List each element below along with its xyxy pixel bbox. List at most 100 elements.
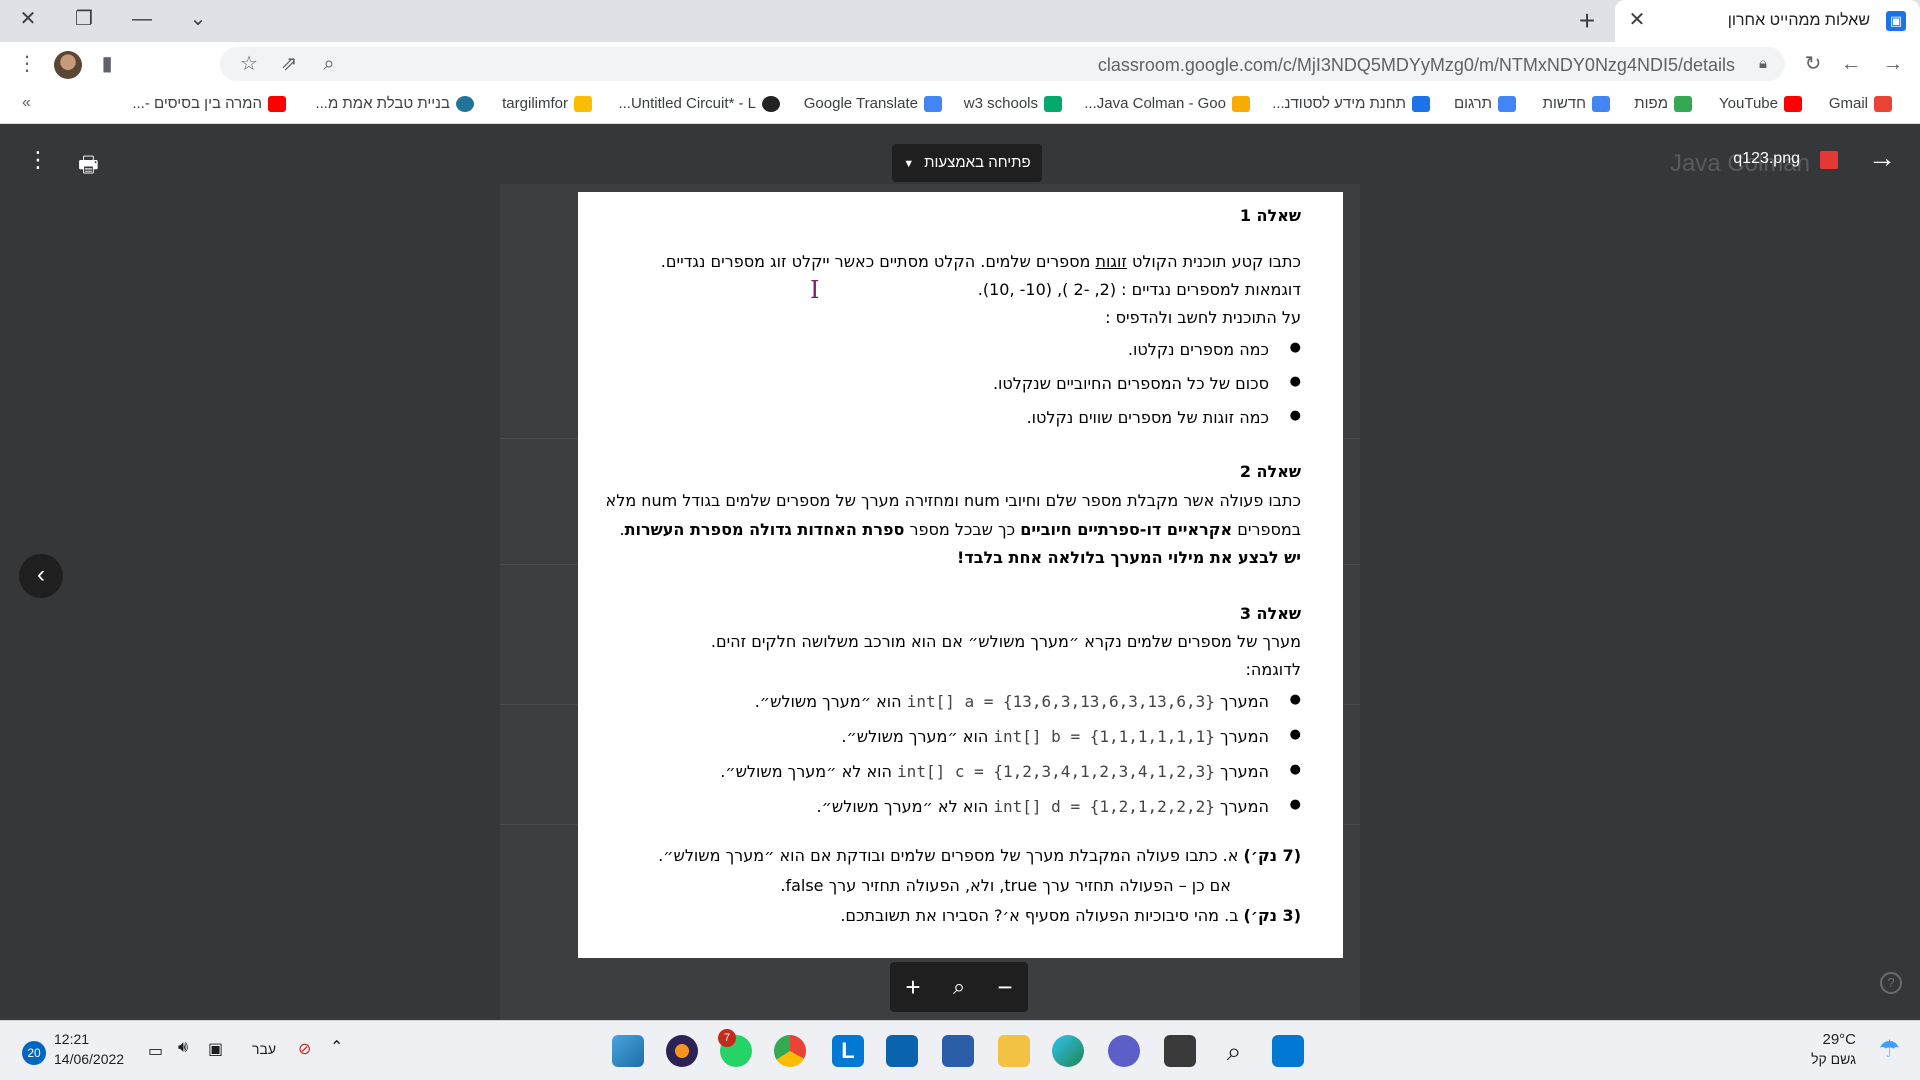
list-item-text: המערך int[] a = {13,6,3,13,6,3,13,6,3} ה… — [755, 692, 1269, 711]
bookmark-untitled-circuit[interactable]: Untitled Circuit* - L... — [618, 95, 780, 113]
search-icon[interactable]: ⌕ — [1218, 1035, 1250, 1067]
q2-line1: כתבו פעולה אשר מקבלת מספר שלם וחיובי num… — [605, 491, 1301, 510]
code-text: int[] d = {1,2,1,2,2,2} — [993, 797, 1215, 816]
q3-line2: לדוגמה: — [1245, 660, 1302, 679]
close-viewer-arrow-icon[interactable]: → — [1868, 142, 1896, 174]
bookmark-label: YouTube — [1719, 95, 1778, 112]
clock-date[interactable]: 14/06/2022 — [54, 1051, 124, 1067]
notification-count-badge[interactable]: 20 — [22, 1041, 46, 1065]
search-lens-icon[interactable]: ⌕ — [316, 51, 342, 77]
volume-icon[interactable]: 🔊︎ — [178, 1039, 188, 1057]
text: הוא לא ״מערך משולש״. — [816, 797, 989, 816]
document-image: שאלה 1 כתבו קטע תוכנית הקולט זוגות מספרי… — [578, 192, 1343, 958]
bookmark-w3schools[interactable]: w3 schools — [964, 95, 1062, 113]
menu-dots-icon[interactable]: ⋮ — [14, 51, 40, 77]
open-with-button[interactable]: פתיחה באמצעות ▼ — [892, 144, 1042, 182]
zoom-controls: + ⌕ − — [890, 962, 1028, 1012]
bookmark-youtube[interactable]: YouTube — [1719, 95, 1802, 113]
list-item-text: המערך int[] c = {1,2,3,4,1,2,3,4,1,2,3} … — [720, 762, 1269, 781]
image-file-icon — [1820, 151, 1838, 169]
active-tab[interactable]: ▣ שאלות ממהייט אחרון ✕ — [1615, 0, 1920, 42]
file-explorer-icon[interactable] — [998, 1035, 1030, 1067]
task-view-icon[interactable] — [1164, 1035, 1196, 1067]
share-icon[interactable]: ⇗ — [276, 51, 302, 77]
more-options-icon[interactable]: ⋮ — [26, 148, 50, 172]
text: כתבו קטע תוכנית הקולט — [1126, 252, 1301, 271]
tab-close-icon[interactable]: ✕ — [1625, 8, 1649, 32]
bookmark-news[interactable]: חדשות — [1542, 95, 1610, 113]
tab-strip: ✕ ❐ — ⌄ + ▣ שאלות ממהייט אחרון ✕ — [0, 0, 1920, 42]
q1-line1: כתבו קטע תוכנית הקולט זוגות מספרים שלמים… — [661, 252, 1301, 271]
text: א. כתבו פעולה המקבלת מערך של מספרים שלמי… — [658, 846, 1244, 865]
circuit-icon — [762, 96, 780, 113]
lync-app-icon[interactable]: L — [832, 1035, 864, 1067]
edge-app-icon[interactable] — [1052, 1035, 1084, 1067]
q2-line2: במספרים אקראיים דו-ספרתיים חיוביים כך שב… — [619, 520, 1301, 539]
reload-icon[interactable]: ↻ — [1800, 51, 1826, 77]
network-off-icon[interactable]: ⊘ — [298, 1039, 311, 1059]
zoom-reset-icon[interactable]: ⌕ — [944, 972, 974, 1002]
bullet-dot: ● — [1289, 340, 1301, 355]
tab-title: שאלות ממהייט אחרון — [1727, 12, 1870, 29]
print-icon[interactable]: 🖶︎ — [78, 148, 104, 177]
display-icon[interactable]: ▣ — [208, 1039, 223, 1059]
bullet-dot: ● — [1289, 374, 1301, 389]
close-window-icon[interactable]: ✕ — [10, 4, 46, 34]
back-icon[interactable]: ← — [1838, 51, 1864, 77]
bookmark-truth-table[interactable]: בניית טבלת אמת מ... — [315, 95, 474, 113]
zoom-out-icon[interactable]: − — [990, 972, 1020, 1002]
lock-icon[interactable]: 🔒︎ — [1759, 55, 1767, 72]
profile-avatar[interactable] — [54, 51, 82, 79]
zoom-in-icon[interactable]: + — [898, 972, 928, 1002]
list-item: ● המערך int[] b = {1,1,1,1,1,1} הוא ״מערך… — [841, 727, 1301, 746]
weather-desc[interactable]: גשם קל — [1811, 1051, 1856, 1067]
bookmark-label: מפות — [1634, 95, 1668, 112]
bookmark-targilimfor[interactable]: targilimfor — [502, 95, 592, 113]
text-cursor-icon: I — [810, 276, 820, 304]
restore-window-icon[interactable]: ❐ — [66, 4, 102, 34]
bookmark-label: Google Translate — [803, 95, 918, 112]
teams-chat-icon[interactable] — [1108, 1035, 1140, 1067]
help-icon[interactable]: ? — [1880, 972, 1902, 994]
bookmark-label: חדשות — [1542, 95, 1586, 112]
store-app-icon[interactable] — [942, 1035, 974, 1067]
forward-icon[interactable]: → — [1880, 51, 1906, 77]
q3-part-b: (3 נק׳) ב. מהי סיבוכיות הפעולה מסעיף א׳?… — [840, 906, 1301, 925]
previous-file-button[interactable]: ‹ — [19, 554, 63, 598]
clock-time[interactable]: 12:21 — [54, 1031, 89, 1047]
minimize-window-icon[interactable]: — — [124, 4, 160, 34]
tab-search-chevron-icon[interactable]: ⌄ — [180, 4, 216, 34]
language-indicator[interactable]: עבר — [252, 1041, 276, 1057]
bookmark-maps[interactable]: מפות — [1634, 95, 1692, 113]
show-hidden-icons-chevron[interactable]: ⌃ — [330, 1037, 343, 1057]
bookmark-gmail[interactable]: Gmail — [1829, 95, 1892, 113]
bookmark-label: תרגום — [1453, 95, 1492, 112]
address-bar[interactable]: ☆ ⇗ ⌕ classroom.google.com/c/MjI3NDQ5MDY… — [220, 47, 1785, 81]
more-bookmarks-icon[interactable]: « — [22, 94, 31, 112]
file-name: q123.png — [1733, 150, 1800, 167]
bookmark-google-translate[interactable]: Google Translate — [803, 95, 942, 113]
side-panel-icon[interactable]: ▮ — [94, 51, 120, 77]
weather-rain-icon[interactable]: ☂ — [1878, 1035, 1900, 1064]
info-station-icon — [1412, 96, 1430, 113]
bookmark-star-icon[interactable]: ☆ — [236, 51, 262, 77]
chrome-app-icon[interactable] — [774, 1035, 806, 1067]
bookmark-info-station[interactable]: תחנת מידע לסטודנ... — [1272, 95, 1430, 113]
mail-app-icon[interactable] — [886, 1035, 918, 1067]
bookmark-java-colman[interactable]: Java Colman - Goo... — [1084, 95, 1250, 113]
text: במספרים — [1232, 520, 1301, 539]
start-windows-icon[interactable] — [1272, 1035, 1304, 1067]
classroom-favicon-icon: ▣ — [1886, 11, 1906, 31]
bookmark-base-conversion[interactable]: המרה בין בסיסים -... — [132, 95, 286, 113]
text-bold: אקראיים דו-ספרתיים חיוביים — [1020, 520, 1233, 539]
new-tab-button[interactable]: + — [1572, 6, 1602, 36]
bookmark-label: Java Colman - Goo... — [1084, 95, 1226, 112]
q3-line1: מערך של מספרים שלמים נקרא ״מערך משולש״ א… — [710, 632, 1301, 651]
eclipse-app-icon[interactable] — [666, 1035, 698, 1067]
bullet-dot: ● — [1289, 727, 1301, 742]
bookmark-translate-he[interactable]: תרגום — [1453, 95, 1516, 113]
battery-icon[interactable]: ▭ — [148, 1041, 163, 1061]
weather-temp[interactable]: 29°C — [1822, 1031, 1856, 1048]
photos-app-icon[interactable] — [612, 1035, 644, 1067]
q2-line3: יש לבצע את מילוי המערך בלולאה אחת בלבד! — [957, 548, 1301, 567]
